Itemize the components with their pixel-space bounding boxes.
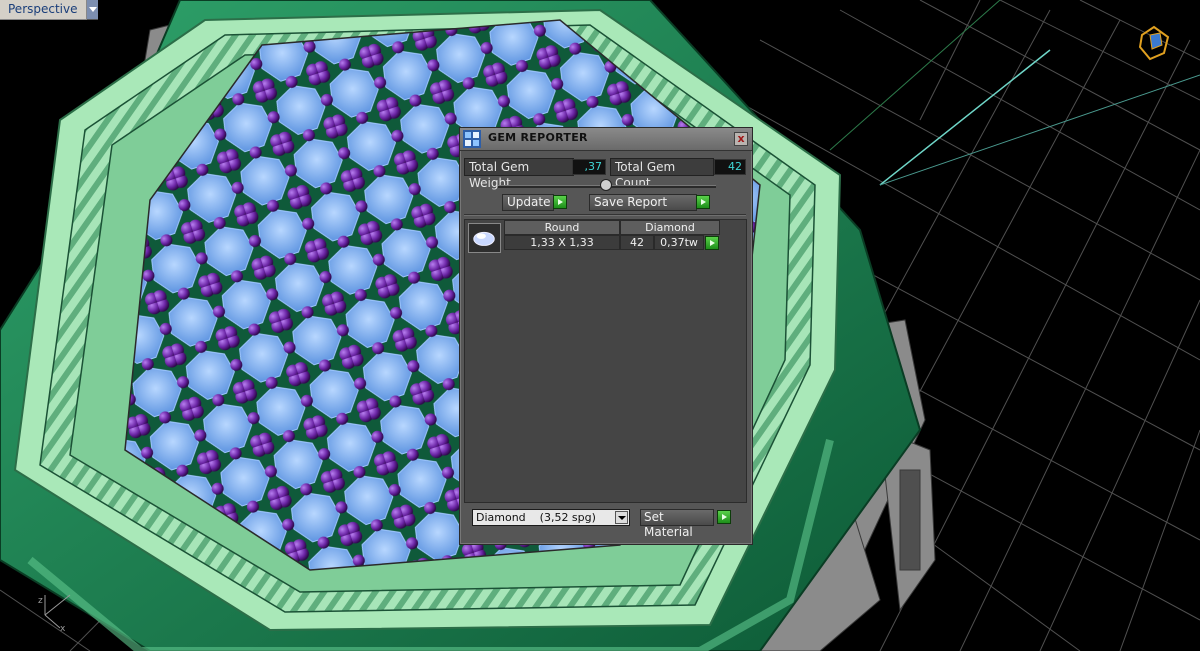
- viewport-title[interactable]: Perspective: [0, 0, 87, 20]
- save-report-button-label: Save Report: [594, 195, 668, 209]
- gem-reporter-titlebar[interactable]: GEM REPORTER x: [460, 128, 752, 151]
- material-select-value: Diamond (3,52 spg): [476, 511, 596, 524]
- size-slider-knob[interactable]: [600, 179, 612, 191]
- gem-reporter-app-icon: [463, 130, 481, 148]
- axis-x-label: x: [60, 624, 66, 634]
- update-button[interactable]: Update: [502, 194, 554, 211]
- chevron-down-icon[interactable]: [615, 511, 628, 524]
- update-go-icon[interactable]: [553, 195, 567, 209]
- gem-weight-cell[interactable]: 0,37tw: [654, 235, 704, 250]
- shape-header: Round: [504, 220, 620, 235]
- gem-reporter-title: GEM REPORTER: [488, 131, 588, 144]
- material-header: Diamond: [620, 220, 720, 235]
- gem-row-go-icon[interactable]: [705, 236, 719, 250]
- set-material-button[interactable]: Set Material: [640, 509, 714, 539]
- set-material-button-label: Set Material: [644, 510, 693, 539]
- round-gem-thumbnail-icon[interactable]: [468, 223, 501, 253]
- viewport-tab[interactable]: Perspective: [0, 0, 98, 20]
- axis-z-label: z: [38, 596, 43, 606]
- viewport-menu-arrow-icon[interactable]: [86, 0, 98, 20]
- gem-list[interactable]: [464, 219, 747, 503]
- gem-size-cell[interactable]: 1,33 X 1,33: [504, 235, 620, 250]
- perspective-viewport[interactable]: Perspective z x GEM REPORTER x Total Gem…: [0, 0, 1200, 651]
- gem-count-cell[interactable]: 42: [620, 235, 654, 250]
- total-gem-weight-value: ,37: [572, 159, 606, 175]
- total-gem-count-value: 42: [714, 159, 746, 175]
- save-report-go-icon[interactable]: [696, 195, 710, 209]
- material-select[interactable]: Diamond (3,52 spg): [472, 509, 630, 526]
- total-gem-weight-label: Total Gem Weight: [464, 158, 574, 190]
- set-material-go-icon[interactable]: [717, 510, 731, 524]
- save-report-button[interactable]: Save Report: [589, 194, 697, 211]
- divider: [464, 214, 746, 216]
- close-icon[interactable]: x: [734, 132, 748, 146]
- gem-reporter-panel: GEM REPORTER x Total Gem Weight ,37 Tota…: [459, 127, 753, 545]
- total-gem-count-label: Total Gem Count: [610, 158, 714, 190]
- update-button-label: Update: [507, 195, 551, 209]
